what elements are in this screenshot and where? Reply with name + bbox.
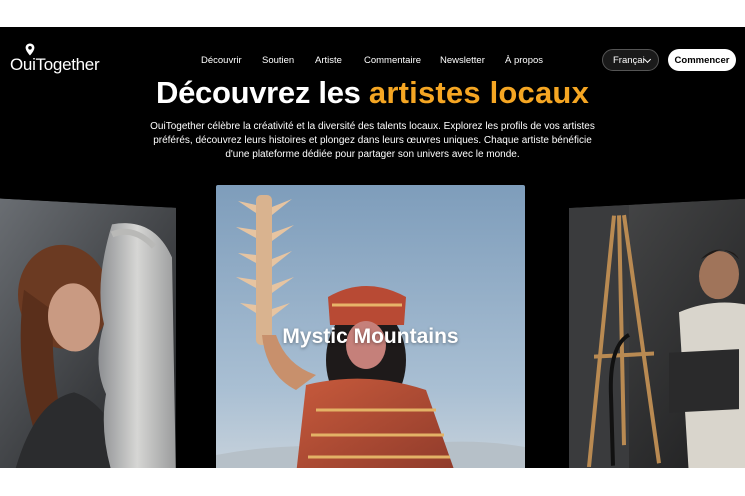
start-button[interactable]: Commencer <box>668 49 736 71</box>
hero-subtitle: OuiTogether célèbre la créativité et la … <box>142 120 603 162</box>
artist-card-left[interactable] <box>0 198 176 468</box>
hero-subtitle-line-2: préférés, découvrez leurs histoires et p… <box>153 135 592 146</box>
nav-link-a-propos[interactable]: À propos <box>505 55 543 66</box>
nav-link-decouvrir[interactable]: Découvrir <box>201 55 242 66</box>
artist-card-right-image <box>569 198 745 468</box>
app-frame: OuiTogether Découvrir Soutien Artiste Co… <box>0 27 745 468</box>
nav-link-newsletter[interactable]: Newsletter <box>440 55 485 66</box>
language-select[interactable]: Françai <box>602 49 659 71</box>
chevron-down-icon <box>643 55 652 64</box>
nav-link-commentaire[interactable]: Commentaire <box>364 55 421 66</box>
nav-link-artiste[interactable]: Artiste <box>315 55 342 66</box>
hero-subtitle-line-3: d'une plateforme dédiée pour partager so… <box>225 149 520 160</box>
artist-card-left-image <box>0 198 176 468</box>
nav-link-soutien[interactable]: Soutien <box>262 55 294 66</box>
hero-title-accent: artistes locaux <box>368 75 590 110</box>
language-label: Françai <box>613 54 645 66</box>
artist-card-featured[interactable]: Mystic Mountains <box>216 185 525 468</box>
hero-title-main: Découvrez les <box>155 75 361 110</box>
artist-card-right[interactable] <box>569 198 745 468</box>
hero-subtitle-line-1: OuiTogether célèbre la créativité et la … <box>150 121 595 132</box>
hero-title: Découvrez les artistes locaux <box>0 75 745 111</box>
artist-card-featured-title: Mystic Mountains <box>282 325 459 348</box>
